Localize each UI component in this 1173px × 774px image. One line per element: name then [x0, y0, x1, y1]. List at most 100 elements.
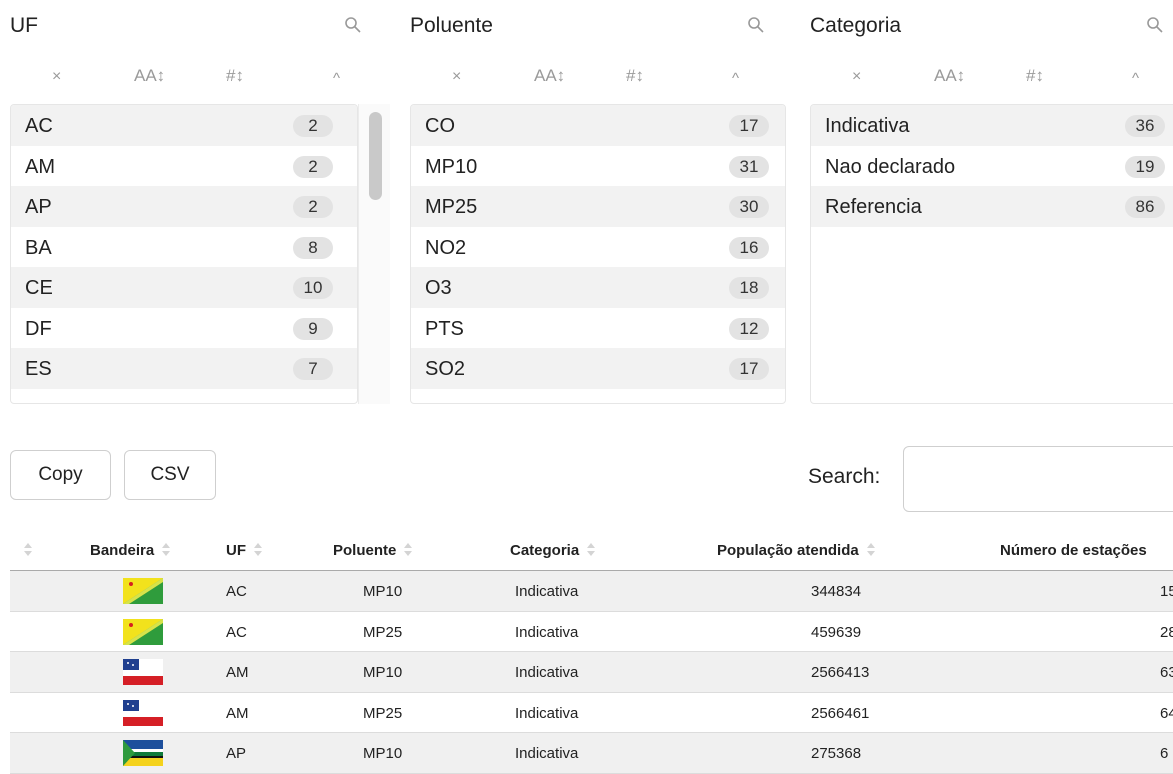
list-item-label: PTS [425, 317, 464, 340]
list-item[interactable]: CO 17 [411, 105, 785, 146]
collapse-button[interactable]: ^ [333, 70, 340, 87]
count-badge: 12 [729, 317, 769, 340]
sort-count-button[interactable]: #↕ [226, 66, 244, 86]
table-body: AC MP10 Indicativa 344834 15 AC MP25 Indicativa… [10, 571, 1173, 774]
table-row[interactable]: AP MP10 Indicativa 275368 6 [10, 733, 1173, 774]
scrollbar[interactable] [358, 104, 390, 404]
search-icon[interactable] [1146, 16, 1164, 34]
sort-count-button[interactable]: #↕ [626, 66, 644, 86]
list-item[interactable]: Nao declarado 19 [811, 146, 1173, 187]
filter-list[interactable]: CO 17 MP10 31 MP25 30 NO2 16 O3 18 PTS 12 SO2 1… [410, 104, 786, 404]
data-table: Bandeira UF Poluente Categoria População… [10, 530, 1173, 774]
count-badge: 17 [729, 115, 769, 137]
list-item[interactable]: CE 10 [11, 267, 357, 308]
count-badge: 31 [729, 155, 769, 178]
list-item-label: Referencia [825, 196, 922, 218]
filter-title: Poluente [410, 14, 493, 37]
column-header-poluente[interactable]: Poluente [333, 542, 413, 559]
collapse-button[interactable]: ^ [732, 70, 739, 87]
filter-header: UF [10, 0, 388, 52]
column-header-uf[interactable]: UF [226, 542, 262, 559]
list-item[interactable]: SO2 17 [411, 348, 785, 389]
search-icon[interactable] [344, 16, 362, 34]
count-badge: 18 [729, 277, 769, 299]
filter-panel-uf: UF × AA↕ #↕ ^ AC 2 AM 2 AP 2 BA 8 CE 10 DF 9 E… [10, 0, 390, 404]
clear-sort-button[interactable]: × [452, 68, 461, 86]
table-row[interactable]: AM MP10 Indicativa 2566413 63 [10, 652, 1173, 693]
search-input[interactable] [903, 446, 1173, 512]
sort-icon [404, 542, 413, 558]
filter-list[interactable]: Indicativa 36 Nao declarado 19 Referencia 8… [810, 104, 1173, 404]
list-item[interactable]: MP10 31 [411, 146, 785, 187]
count-badge: 2 [293, 115, 333, 137]
list-item-label: SO2 [425, 358, 466, 380]
list-item-label: CE [25, 277, 53, 299]
count-badge: 30 [729, 196, 769, 218]
search-label: Search: [808, 465, 881, 488]
column-header-populacao[interactable]: População atendida [717, 542, 875, 559]
filter-list[interactable]: AC 2 AM 2 AP 2 BA 8 CE 10 DF 9 ES 7 [10, 104, 358, 404]
sort-icon [866, 542, 875, 558]
cell-poluente: MP25 [363, 623, 403, 641]
table-row[interactable]: AC MP25 Indicativa 459639 28 [10, 612, 1173, 652]
copy-button[interactable]: Copy [10, 450, 111, 500]
cell-uf: AP [226, 745, 247, 762]
list-item-label: DF [25, 317, 52, 340]
cell-poluente: MP10 [363, 583, 403, 600]
search-icon[interactable] [747, 16, 765, 34]
count-badge: 17 [729, 358, 769, 380]
filter-panel-poluente: Poluente × AA↕ #↕ ^ CO 17 MP10 31 MP25 30 N… [410, 0, 786, 404]
sort-count-button[interactable]: #↕ [1026, 66, 1044, 86]
scrollbar-thumb[interactable] [369, 112, 382, 200]
column-header-index[interactable] [16, 542, 32, 559]
cell-categoria: Indicativa [515, 664, 579, 681]
flag-acre-icon [123, 618, 163, 645]
column-header-estacoes[interactable]: Número de estações [1000, 542, 1147, 559]
list-item[interactable]: BA 8 [11, 227, 357, 268]
cell-estacoes: 6 [1160, 745, 1169, 762]
count-badge: 36 [1125, 115, 1165, 137]
list-item[interactable]: AC 2 [11, 105, 357, 146]
list-item-label: Nao declarado [825, 155, 956, 178]
sort-controls: × AA↕ #↕ ^ [810, 52, 1173, 104]
cell-populacao: 459639 [811, 623, 862, 641]
clear-sort-button[interactable]: × [852, 68, 861, 86]
cell-categoria: Indicativa [515, 704, 579, 722]
sort-icon [162, 542, 171, 558]
count-badge: 10 [293, 277, 333, 299]
list-item[interactable]: O3 18 [411, 267, 785, 308]
table-row[interactable]: AC MP10 Indicativa 344834 15 [10, 571, 1173, 612]
sort-alpha-button[interactable]: AA↕ [534, 66, 565, 86]
csv-button[interactable]: CSV [124, 450, 216, 500]
clear-sort-button[interactable]: × [52, 68, 61, 86]
list-item[interactable]: AP 2 [11, 186, 357, 227]
list-item[interactable]: PTS 12 [411, 308, 785, 349]
sort-controls: × AA↕ #↕ ^ [10, 52, 388, 104]
list-item-label: O3 [425, 277, 452, 299]
collapse-button[interactable]: ^ [1132, 70, 1139, 87]
filter-panel-categoria: Categoria × AA↕ #↕ ^ Indicativa 36 Nao de… [810, 0, 1173, 404]
filter-title: Categoria [810, 14, 902, 37]
cell-uf: AC [226, 623, 247, 641]
column-header-categoria[interactable]: Categoria [510, 542, 596, 559]
list-item-label: MP25 [425, 196, 478, 218]
cell-populacao: 344834 [811, 583, 862, 600]
list-item[interactable]: ES 7 [11, 348, 357, 389]
cell-categoria: Indicativa [515, 745, 579, 762]
list-item[interactable]: MP25 30 [411, 186, 785, 227]
flag-acre-icon [123, 578, 163, 604]
list-item[interactable]: Indicativa 36 [811, 105, 1173, 146]
flag-amazonas-icon [123, 659, 163, 685]
list-item[interactable]: DF 9 [11, 308, 357, 349]
list-item[interactable]: AM 2 [11, 146, 357, 187]
cell-poluente: MP10 [363, 664, 403, 681]
column-header-bandeira[interactable]: Bandeira [90, 542, 171, 559]
cell-uf: AM [226, 704, 249, 722]
list-item[interactable]: Referencia 86 [811, 186, 1173, 227]
sort-icon [254, 542, 262, 558]
table-row[interactable]: AM MP25 Indicativa 2566461 64 [10, 693, 1173, 733]
sort-alpha-button[interactable]: AA↕ [934, 66, 965, 86]
list-item[interactable]: NO2 16 [411, 227, 785, 268]
cell-populacao: 275368 [811, 745, 862, 762]
sort-alpha-button[interactable]: AA↕ [134, 66, 165, 86]
